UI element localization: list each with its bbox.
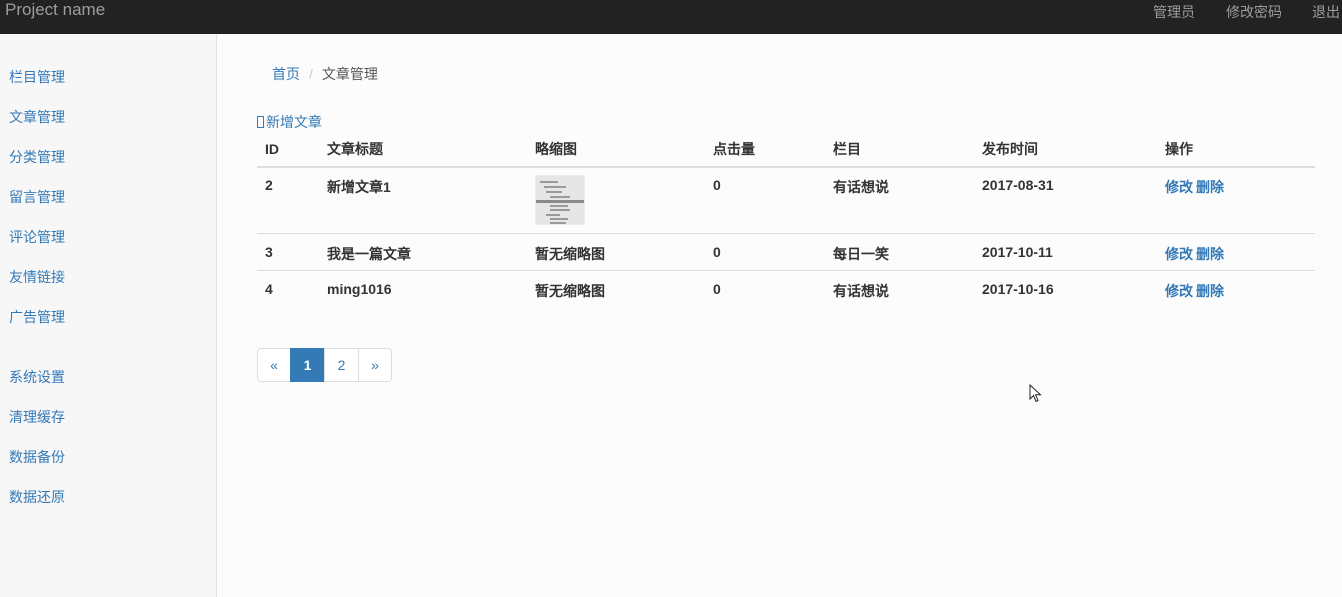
delete-link[interactable]: 删除 xyxy=(1196,179,1224,195)
sidebar: 栏目管理 文章管理 分类管理 留言管理 评论管理 友情链接 广告管理 系统设置 … xyxy=(0,34,217,597)
edit-link[interactable]: 修改 xyxy=(1165,283,1193,299)
pencil-icon xyxy=(257,116,264,128)
cell-column: 每日一笑 xyxy=(825,232,974,270)
sidebar-item-clear-cache[interactable]: 清理缓存 xyxy=(9,407,65,427)
table-row: 2 新增文章1 0 有话想说 2017-08-31 修改 删除 xyxy=(257,167,1315,233)
cell-id: 2 xyxy=(265,177,273,193)
cell-title: 新增文章1 xyxy=(327,179,391,195)
cell-clicks: 0 xyxy=(705,232,825,270)
delete-link[interactable]: 删除 xyxy=(1196,283,1224,299)
brand-title[interactable]: Project name xyxy=(5,0,105,20)
header-actions: 操作 xyxy=(1157,132,1315,168)
articles-table: ID 文章标题 略缩图 点击量 栏目 发布时间 操作 2 新增文章1 0 有话想… xyxy=(257,132,1315,307)
cell-date: 2017-10-11 xyxy=(974,232,1157,270)
add-article-label: 新增文章 xyxy=(266,114,322,130)
cell-title: 我是一篇文章 xyxy=(319,232,527,270)
cell-column: 有话想说 xyxy=(825,269,974,307)
cell-thumbnail: 暂无缩略图 xyxy=(527,269,705,307)
delete-link[interactable]: 删除 xyxy=(1196,246,1224,262)
sidebar-item-categories[interactable]: 分类管理 xyxy=(9,147,65,167)
breadcrumb: 首页 / 文章管理 xyxy=(272,64,378,84)
edit-link[interactable]: 修改 xyxy=(1165,246,1193,262)
table-row: 3 我是一篇文章 暂无缩略图 0 每日一笑 2017-10-11 修改 删除 xyxy=(257,232,1315,270)
header-clicks: 点击量 xyxy=(705,132,825,168)
pagination-page-1[interactable]: 1 xyxy=(290,348,325,382)
sidebar-item-data-backup[interactable]: 数据备份 xyxy=(9,447,65,467)
header-title: 文章标题 xyxy=(319,132,527,168)
sidebar-item-ads[interactable]: 广告管理 xyxy=(9,307,65,327)
cell-date: 2017-10-16 xyxy=(974,269,1157,307)
cell-thumbnail xyxy=(527,167,705,233)
cell-actions: 修改 删除 xyxy=(1157,167,1315,233)
cell-id: 4 xyxy=(257,269,319,307)
sidebar-item-articles[interactable]: 文章管理 xyxy=(9,107,65,127)
admin-link[interactable]: 管理员 xyxy=(1153,2,1195,22)
pagination-page-2[interactable]: 2 xyxy=(324,348,359,382)
sidebar-item-friend-links[interactable]: 友情链接 xyxy=(9,267,65,287)
cell-title: ming1016 xyxy=(319,269,527,307)
breadcrumb-home[interactable]: 首页 xyxy=(272,66,300,82)
sidebar-item-columns[interactable]: 栏目管理 xyxy=(9,67,65,87)
edit-link[interactable]: 修改 xyxy=(1165,179,1193,195)
thumbnail-image xyxy=(535,175,585,225)
top-navbar: Project name 管理员 修改密码 退出 xyxy=(0,0,1342,34)
cell-actions: 修改 删除 xyxy=(1157,232,1315,270)
cell-id: 3 xyxy=(257,232,319,270)
change-password-link[interactable]: 修改密码 xyxy=(1226,2,1282,22)
cell-clicks: 0 xyxy=(705,269,825,307)
cell-actions: 修改 删除 xyxy=(1157,269,1315,307)
table-header-row: ID 文章标题 略缩图 点击量 栏目 发布时间 操作 xyxy=(257,132,1315,168)
breadcrumb-current: 文章管理 xyxy=(321,66,378,82)
cell-column: 有话想说 xyxy=(833,179,889,195)
sidebar-item-comments[interactable]: 评论管理 xyxy=(9,227,65,247)
sidebar-item-messages[interactable]: 留言管理 xyxy=(9,187,65,207)
header-publish-time: 发布时间 xyxy=(974,132,1157,168)
sidebar-item-system-settings[interactable]: 系统设置 xyxy=(9,367,65,387)
breadcrumb-separator: / xyxy=(309,66,313,82)
table-row: 4 ming1016 暂无缩略图 0 有话想说 2017-10-16 修改 删除 xyxy=(257,269,1315,307)
pagination-next[interactable]: » xyxy=(358,348,392,382)
add-article-button[interactable]: 新增文章 xyxy=(257,112,322,132)
pagination-prev[interactable]: « xyxy=(257,348,291,382)
header-id: ID xyxy=(257,132,319,168)
cell-thumbnail: 暂无缩略图 xyxy=(527,232,705,270)
header-thumbnail: 略缩图 xyxy=(527,132,705,168)
cell-date: 2017-08-31 xyxy=(982,177,1054,193)
cell-clicks: 0 xyxy=(713,177,721,193)
header-column: 栏目 xyxy=(825,132,974,168)
sidebar-item-data-restore[interactable]: 数据还原 xyxy=(9,487,65,507)
mouse-cursor-icon xyxy=(1029,384,1042,403)
pagination: « 1 2 » xyxy=(257,348,392,382)
logout-link[interactable]: 退出 xyxy=(1312,2,1340,22)
